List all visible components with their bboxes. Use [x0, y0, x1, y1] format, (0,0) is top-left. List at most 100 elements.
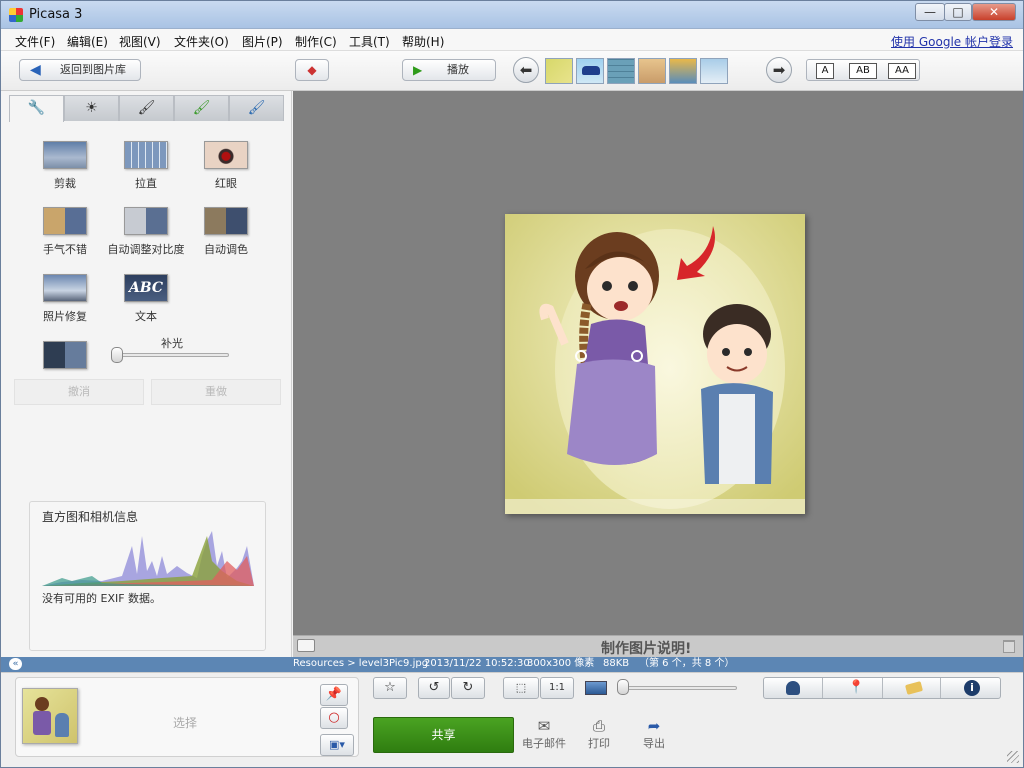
- zoom-slider[interactable]: [617, 686, 737, 690]
- auto-contrast-label: 自动调整对比度: [107, 243, 185, 256]
- collapse-tray-icon[interactable]: «: [9, 658, 22, 670]
- envelope-icon: ✉: [537, 717, 551, 735]
- photo-datetime: 2013/11/22 10:52:30: [424, 658, 530, 669]
- menu-folder[interactable]: 文件夹(O): [174, 33, 229, 50]
- car-icon: [582, 66, 600, 75]
- crop-tool[interactable]: 剪裁: [25, 141, 105, 191]
- maximize-button[interactable]: □: [944, 3, 972, 21]
- menu-view[interactable]: 视图(V): [119, 33, 161, 50]
- redeye-tool[interactable]: 红眼: [186, 141, 266, 191]
- straighten-tool[interactable]: 拉直: [106, 141, 186, 191]
- print-button[interactable]: ⎙ 打印: [571, 717, 627, 751]
- export-button[interactable]: ➦ 导出: [626, 717, 682, 751]
- menu-file[interactable]: 文件(F): [15, 33, 55, 50]
- thumbnail-boy-icon: [55, 713, 69, 737]
- play-icon: ▶: [413, 63, 423, 77]
- fill-light-label: 补光: [161, 337, 183, 350]
- text-tool[interactable]: ABC 文本: [106, 274, 186, 324]
- divider-1: [822, 678, 823, 698]
- menu-picture[interactable]: 图片(P): [242, 33, 283, 50]
- text-label: 文本: [135, 310, 157, 323]
- photo-viewer[interactable]: [293, 91, 1023, 635]
- fit-to-window-button[interactable]: ⬚: [503, 677, 539, 699]
- play-slideshow-button[interactable]: ▶ 播放: [402, 59, 496, 81]
- star-button[interactable]: ☆: [373, 677, 407, 699]
- im-feeling-lucky-tool[interactable]: 手气不错: [25, 207, 105, 257]
- tag-icon[interactable]: [904, 681, 924, 695]
- caption-toggle-icon[interactable]: [297, 639, 315, 652]
- text-icon: ABC: [124, 274, 168, 302]
- zoom-slider-knob[interactable]: [617, 679, 629, 695]
- filmstrip-thumb-3[interactable]: [607, 58, 635, 84]
- menu-edit[interactable]: 编辑(E): [67, 33, 108, 50]
- tab-basic-fixes[interactable]: 🔧: [9, 95, 64, 122]
- menu-help[interactable]: 帮助(H): [402, 33, 444, 50]
- photo-filesize: 88KB: [603, 658, 630, 669]
- retouch-icon: [43, 274, 87, 302]
- add-to-album-button[interactable]: ▣▾: [320, 734, 354, 756]
- map-pin-icon[interactable]: 📍: [848, 680, 864, 695]
- histogram-panel: 直方图和相机信息 没有可用的 EXIF 数据。: [29, 501, 266, 651]
- font-size-small-button[interactable]: A: [816, 63, 834, 79]
- tab-effects-1[interactable]: 🖌: [119, 95, 174, 121]
- next-photo-button[interactable]: ➡: [766, 57, 792, 83]
- clear-selection-button[interactable]: ○: [320, 707, 348, 729]
- redeye-label: 红眼: [215, 177, 237, 190]
- filmstrip-thumb-2[interactable]: [576, 58, 604, 84]
- filmstrip-thumb-4[interactable]: [638, 58, 666, 84]
- auto-contrast-tool[interactable]: 自动调整对比度: [106, 207, 186, 257]
- fit-window-icon: ⬚: [515, 681, 527, 694]
- auto-color-tool[interactable]: 自动调色: [186, 207, 266, 257]
- people-icon[interactable]: [786, 681, 800, 695]
- album-dropdown-icon: ▣▾: [329, 738, 345, 751]
- divider-3: [940, 678, 941, 698]
- actual-size-button[interactable]: 1:1: [540, 677, 574, 699]
- retouch-tool[interactable]: 照片修复: [25, 274, 105, 324]
- font-size-large-button[interactable]: AA: [888, 63, 916, 79]
- trash-icon[interactable]: [1003, 640, 1015, 653]
- export-icon: ➦: [647, 717, 661, 735]
- menu-tools[interactable]: 工具(T): [349, 33, 390, 50]
- filmstrip-thumb-1[interactable]: [545, 58, 573, 84]
- hold-selection-button[interactable]: 📌: [320, 684, 348, 706]
- caption-input[interactable]: 制作图片说明!: [601, 638, 691, 658]
- crop-icon: [43, 141, 87, 169]
- close-button[interactable]: ✕: [972, 3, 1016, 21]
- lucky-icon: [43, 207, 87, 235]
- fill-light-preview-icon: [43, 341, 87, 369]
- photo-path[interactable]: Resources > level3Pic9.jpg: [293, 657, 428, 671]
- share-button[interactable]: 共享: [373, 717, 514, 753]
- rotate-left-button[interactable]: ↺: [418, 677, 450, 699]
- tag-photos-button[interactable]: ◆: [295, 59, 329, 81]
- back-to-library-button[interactable]: ◀ 返回到图片库: [19, 59, 141, 81]
- google-sign-in-link[interactable]: 使用 Google 帐户登录: [891, 33, 1013, 50]
- rotate-right-icon: ↻: [462, 680, 474, 695]
- menu-create[interactable]: 制作(C): [295, 33, 337, 50]
- previous-photo-button[interactable]: ⬅: [513, 57, 539, 83]
- rotate-left-icon: ↺: [428, 680, 440, 695]
- fill-light-slider[interactable]: [111, 353, 229, 357]
- info-icon[interactable]: i: [964, 680, 980, 696]
- resize-grip-icon[interactable]: [1007, 751, 1019, 763]
- filmstrip-thumb-6[interactable]: [700, 58, 728, 84]
- redo-button[interactable]: 重做: [151, 379, 281, 405]
- straighten-label: 拉直: [135, 177, 157, 190]
- selected-photo-thumbnail[interactable]: [22, 688, 78, 744]
- histogram-title: 直方图和相机信息: [42, 510, 139, 524]
- photo-info-bar: « Resources > level3Pic9.jpg 2013/11/22 …: [1, 657, 1023, 672]
- font-size-medium-button[interactable]: AB: [849, 63, 877, 79]
- tab-effects-2[interactable]: 🖌: [174, 95, 229, 121]
- photo-tray: 选择 📌 ○ ▣▾ ☆ ↺ ↻ ⬚ 1:1 📍 i 共享 ✉ 电子邮件 ⎙ 打印…: [1, 672, 1023, 767]
- rotate-right-button[interactable]: ↻: [451, 677, 485, 699]
- thumbnail-girl-dress-icon: [33, 711, 51, 735]
- edited-photo: [505, 214, 805, 514]
- filmstrip-thumb-5[interactable]: [669, 58, 697, 84]
- tab-tuning[interactable]: ☀: [64, 95, 119, 121]
- tab-effects-3[interactable]: 🖌: [229, 95, 284, 121]
- email-button[interactable]: ✉ 电子邮件: [516, 717, 572, 751]
- printer-icon: ⎙: [592, 717, 605, 735]
- minimize-button[interactable]: —: [915, 3, 945, 21]
- fill-light-slider-knob[interactable]: [111, 347, 123, 363]
- brush-blue-icon: 🖌: [247, 100, 266, 116]
- undo-button[interactable]: 撤消: [14, 379, 144, 405]
